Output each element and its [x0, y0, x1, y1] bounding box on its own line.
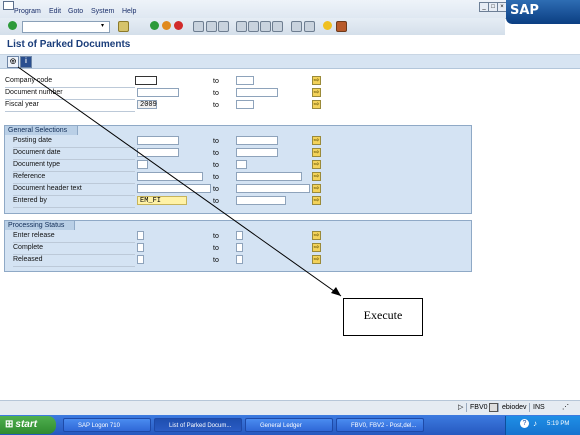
status-grip-icon: ⋰ — [562, 404, 569, 411]
tray-help-icon[interactable]: ? — [520, 419, 529, 428]
taskbar-item-sap-logon[interactable]: SAP Logon 710 — [63, 418, 151, 432]
status-expand-icon[interactable]: ▷ — [458, 403, 463, 411]
taskbar-item-fbv0-fbv2[interactable]: FBV0, FBV2 - Post,del... — [336, 418, 424, 432]
execute-callout: Execute — [343, 298, 423, 336]
status-server: ebiodev — [498, 403, 530, 412]
windows-flag-icon: ⊞ — [5, 419, 14, 430]
start-button[interactable]: ⊞ start — [0, 416, 56, 434]
tray-volume-icon[interactable]: ♪ — [533, 419, 537, 428]
status-mode: INS — [529, 403, 548, 412]
status-system-icon[interactable] — [489, 403, 498, 412]
taskbar-clock: 5:19 PM — [547, 421, 570, 427]
status-transaction: FBV0 — [466, 403, 491, 412]
taskbar-item-list-of-parked-documents[interactable]: List of Parked Docum... — [154, 418, 242, 432]
start-label: start — [15, 419, 38, 430]
annotation-arrow — [17, 66, 342, 297]
taskbar-item-general-ledger[interactable]: General Ledger — [245, 418, 333, 432]
